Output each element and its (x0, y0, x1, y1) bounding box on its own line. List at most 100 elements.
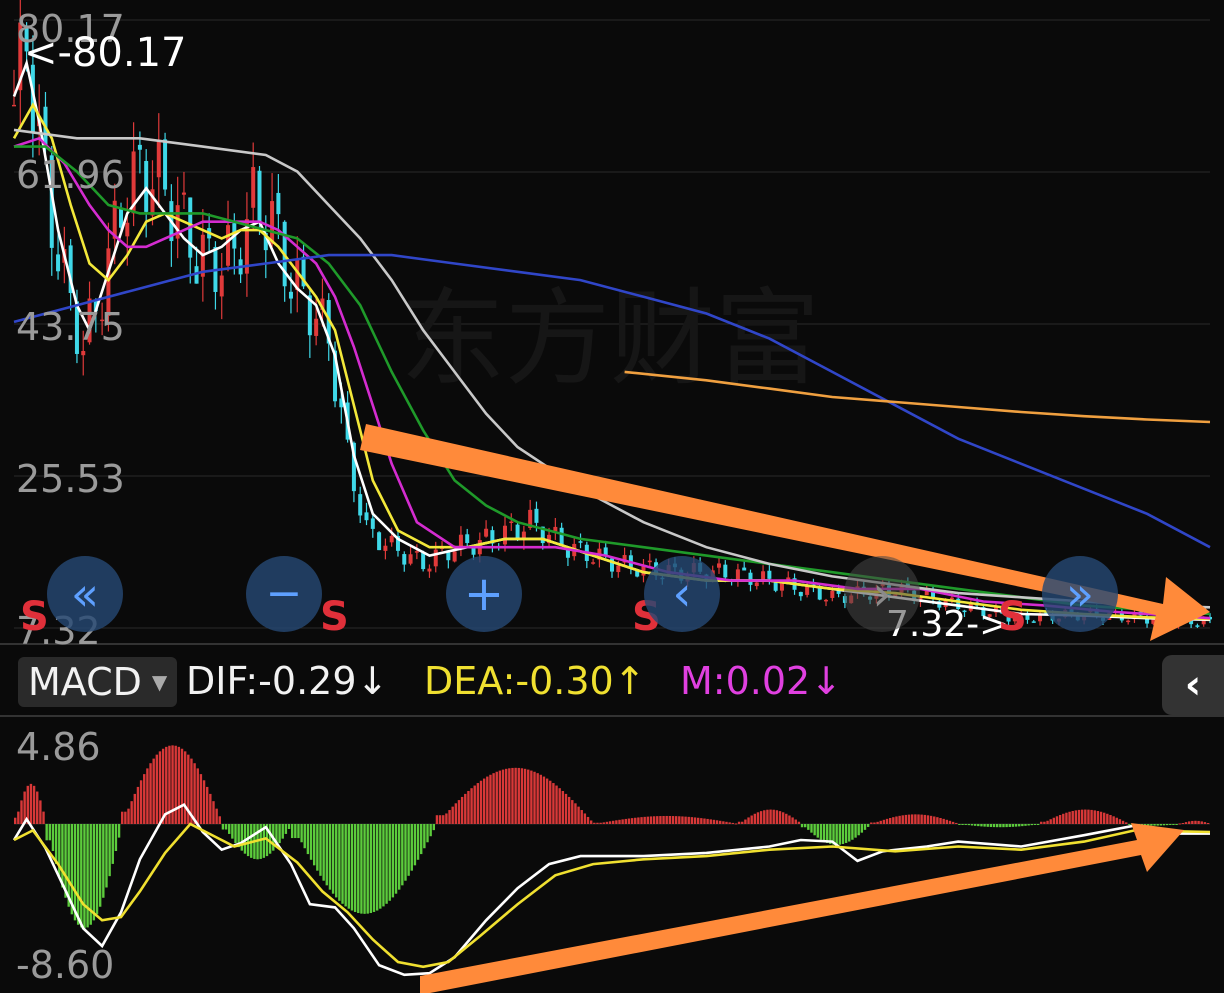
macd-histogram-bar (152, 758, 155, 824)
macd-histogram-bar (508, 768, 511, 824)
macd-histogram-bar (467, 790, 470, 824)
macd-histogram-bar (205, 786, 209, 824)
macd-histogram-bar (319, 823, 322, 876)
macd-histogram-bar (1065, 812, 1068, 824)
macd-histogram-bar (1021, 823, 1024, 827)
macd-histogram-bar (879, 820, 882, 824)
macd-histogram-bar (42, 811, 45, 824)
macd-histogram-bar (844, 823, 848, 843)
macd-histogram-bar (961, 823, 964, 825)
candle-body (181, 192, 186, 195)
macd-histogram-bar (1175, 823, 1178, 825)
candle-body (723, 564, 728, 578)
candle-body (591, 562, 596, 564)
candle-body (742, 567, 747, 571)
macd-histogram-bar (1118, 819, 1122, 824)
macd-histogram-bar (335, 823, 338, 898)
macd-histogram-bar (788, 815, 791, 824)
indicator-select[interactable]: MACD ▼ (18, 657, 178, 707)
macd-histogram-bar (372, 823, 376, 912)
macd-histogram-bar (294, 823, 297, 839)
macd-histogram-bar (1178, 823, 1181, 825)
macd-histogram-bar (892, 817, 895, 824)
macd-histogram-bar (888, 817, 892, 824)
macd-histogram-bar (429, 823, 432, 837)
collapse-button[interactable]: ‹ (1162, 655, 1224, 715)
macd-histogram-bar (992, 823, 996, 828)
macd-histogram-bar (907, 814, 911, 824)
macd-histogram-bar (1206, 822, 1210, 824)
candle-body (647, 560, 652, 563)
macd-histogram-bar (470, 788, 473, 824)
macd-tick-label: -8.60 (16, 943, 114, 987)
macd-histogram-bar (48, 823, 52, 841)
macd-histogram-bar (1036, 823, 1040, 825)
zoom-out-button[interactable]: − (246, 556, 322, 632)
macd-histogram-bar (731, 822, 734, 824)
candle-body (370, 518, 375, 529)
macd-histogram-bar (1040, 821, 1043, 824)
macd-histogram-bar (973, 823, 977, 826)
macd-histogram-bar (1187, 821, 1191, 824)
macd-histogram-bar (983, 823, 986, 827)
macd-histogram-bar (775, 810, 779, 824)
macd-histogram-bar (687, 816, 690, 824)
candle-body (830, 590, 835, 598)
macd-histogram-bar (1090, 809, 1093, 824)
macd-histogram-bar (725, 821, 728, 824)
macd-histogram-bar (1002, 823, 1005, 828)
macd-histogram-bar (1102, 812, 1106, 824)
macd-histogram-bar (448, 810, 451, 824)
macd-histogram-bar (778, 811, 782, 824)
m-value: M:0.02↓ (680, 659, 843, 703)
next-button[interactable]: › (844, 556, 920, 632)
macd-histogram-bar (885, 818, 889, 824)
macd-histogram-bar (605, 821, 609, 824)
prev-button[interactable]: ‹ (644, 556, 720, 632)
macd-histogram-bar (394, 823, 398, 894)
macd-histogram-bar (287, 823, 291, 830)
macd-histogram-bar (533, 771, 536, 824)
macd-histogram-bar (1099, 811, 1103, 824)
macd-histogram-bar (536, 773, 539, 824)
macd-histogram-bar (1194, 820, 1197, 824)
candle-body (515, 524, 520, 538)
macd-histogram-bar (61, 823, 64, 888)
macd-histogram-bar (634, 817, 637, 824)
macd-histogram-bar (121, 811, 124, 824)
macd-histogram-bar (684, 816, 687, 824)
candle-body (534, 508, 539, 523)
macd-histogram-bar (741, 821, 744, 824)
macd-histogram-bar (895, 816, 898, 824)
macd-histogram-bar (420, 823, 423, 855)
macd-histogram-bar (876, 821, 879, 824)
candle-body (156, 139, 161, 178)
macd-histogram-bar (624, 818, 627, 824)
macd-histogram-bar (555, 785, 558, 824)
macd-histogram-bar (404, 823, 407, 881)
macd-histogram-bar (347, 823, 351, 909)
macd-histogram-bar (268, 823, 272, 854)
macd-histogram-bar (769, 809, 772, 824)
macd-histogram-bar (1121, 820, 1125, 824)
macd-histogram-bar (1200, 821, 1203, 824)
kline-macd-chart: 东方财富 80.1761.9643.7525.537.32<-80.177.32… (0, 0, 1224, 993)
caret-down-icon: ▼ (151, 670, 168, 694)
control-scroll-left[interactable]: « (47, 556, 123, 632)
max-price-label: <-80.17 (24, 30, 186, 76)
macd-histogram-bar (413, 823, 417, 866)
macd-histogram-bar (495, 771, 498, 824)
scroll-right-button[interactable]: » (1042, 556, 1118, 632)
macd-histogram-bar (857, 823, 860, 836)
macd-histogram-bar (514, 767, 517, 824)
macd-histogram-bar (133, 793, 136, 824)
macd-histogram-bar (577, 806, 580, 824)
macd-histogram-bar (747, 817, 750, 824)
macd-histogram-bar (98, 823, 102, 907)
candle-body (12, 104, 16, 107)
macd-histogram-bar (407, 823, 410, 876)
macd-histogram-bar (105, 823, 108, 888)
macd-histogram-bar (511, 767, 514, 824)
candle-body (559, 527, 564, 546)
zoom-in-button[interactable]: + (446, 556, 522, 632)
